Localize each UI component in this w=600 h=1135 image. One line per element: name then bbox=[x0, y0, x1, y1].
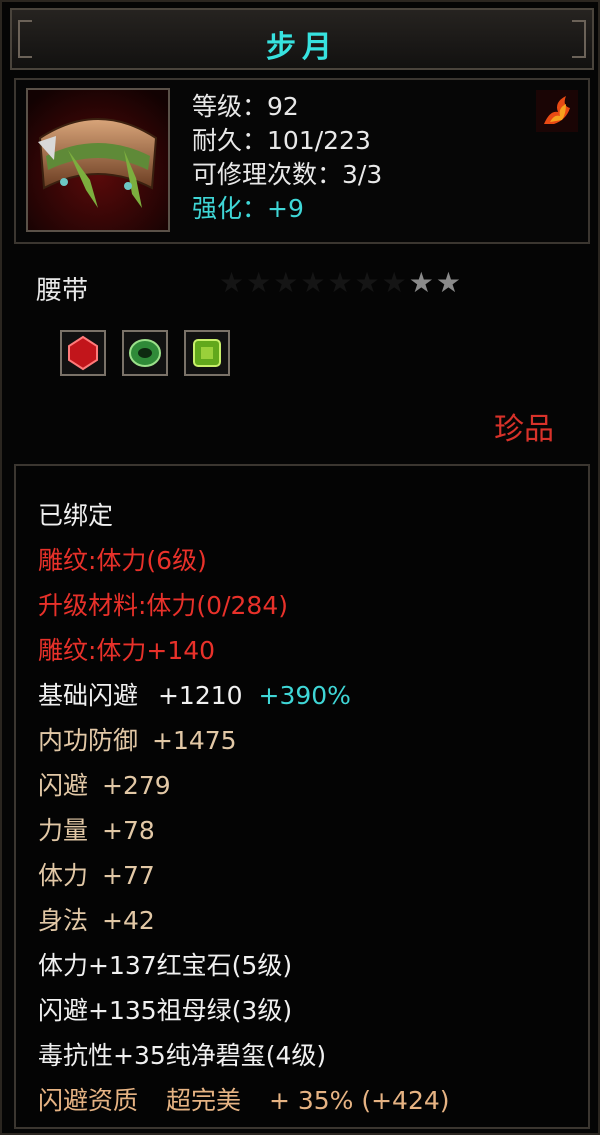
belt-icon bbox=[28, 90, 168, 230]
engrave-upgrade-line: 升级材料:体力(0/284) bbox=[38, 591, 288, 620]
aptitude-value: + 35% (+424) bbox=[268, 1086, 450, 1115]
item-tooltip: 步月 等级：92 耐久：101/223 可修理次数：3/3 强化：+9 腰带 ★… bbox=[0, 0, 600, 1135]
star-empty-icon: ★ bbox=[246, 266, 274, 299]
base-dodge-percent: +390% bbox=[258, 681, 351, 710]
emerald-gem-icon[interactable] bbox=[122, 330, 168, 376]
aptitude-label: 闪避资质 bbox=[38, 1086, 139, 1115]
title-bar: 步月 bbox=[10, 8, 594, 70]
star-lit-icon: ★ bbox=[408, 266, 436, 299]
repairs-label: 可修理次数： bbox=[192, 160, 343, 189]
attr-line: 体力 +77 bbox=[38, 856, 155, 892]
level-label: 等级： bbox=[192, 92, 268, 121]
tourmaline-gem-icon[interactable] bbox=[184, 330, 230, 376]
durability-value: 101/223 bbox=[267, 126, 371, 155]
gem-bonus-line: 体力+137红宝石(5级) bbox=[38, 951, 293, 980]
level-value: 92 bbox=[267, 92, 299, 121]
star-rating: ★★★★★★★★★ bbox=[219, 266, 463, 299]
engrave-bonus-line: 雕纹:体力+140 bbox=[38, 636, 216, 665]
star-empty-icon: ★ bbox=[354, 266, 382, 299]
base-dodge-value: +1210 bbox=[157, 681, 243, 710]
attr-value: +77 bbox=[102, 861, 155, 890]
attr-label: 身法 bbox=[38, 906, 89, 935]
attr-value: +78 bbox=[102, 816, 155, 845]
attr-line: 内功防御 +1475 bbox=[38, 721, 237, 757]
star-empty-icon: ★ bbox=[219, 266, 247, 299]
bound-status: 已绑定 bbox=[38, 501, 114, 530]
base-dodge-label: 基础闪避 bbox=[38, 681, 139, 710]
attr-label: 力量 bbox=[38, 816, 89, 845]
quality-label: 珍品 bbox=[494, 412, 554, 447]
item-header: 等级：92 耐久：101/223 可修理次数：3/3 强化：+9 bbox=[14, 78, 590, 244]
star-empty-icon: ★ bbox=[381, 266, 409, 299]
fire-element-icon bbox=[536, 90, 578, 132]
item-name: 步月 bbox=[266, 30, 338, 65]
repairs-value: 3/3 bbox=[342, 160, 383, 189]
aptitude-line: 闪避资质 超完美 + 35% (+424) bbox=[38, 1081, 450, 1117]
star-empty-icon: ★ bbox=[273, 266, 301, 299]
attr-label: 闪避 bbox=[38, 771, 89, 800]
engrave-line: 雕纹:体力(6级) bbox=[38, 546, 207, 575]
attr-line: 身法 +42 bbox=[38, 901, 155, 937]
durability-label: 耐久： bbox=[192, 126, 268, 155]
attr-line: 力量 +78 bbox=[38, 811, 155, 847]
attr-label: 体力 bbox=[38, 861, 89, 890]
ruby-gem-icon[interactable] bbox=[60, 330, 106, 376]
aptitude-grade: 超完美 bbox=[165, 1086, 241, 1115]
attr-value: +1475 bbox=[152, 726, 237, 755]
item-icon[interactable] bbox=[26, 88, 170, 232]
item-summary: 腰带 ★★★★★★★★★ 珍品 bbox=[14, 248, 590, 458]
item-type: 腰带 bbox=[36, 276, 89, 306]
attr-value: +42 bbox=[102, 906, 155, 935]
star-empty-icon: ★ bbox=[327, 266, 355, 299]
attr-label: 内功防御 bbox=[38, 726, 139, 755]
enhance-value: +9 bbox=[267, 194, 304, 223]
star-empty-icon: ★ bbox=[300, 266, 328, 299]
gem-bonus-line: 闪避+135祖母绿(3级) bbox=[38, 996, 293, 1025]
gem-bonus-line: 毒抗性+35纯净碧玺(4级) bbox=[38, 1041, 327, 1070]
base-dodge-line: 基础闪避 +1210 +390% bbox=[38, 676, 351, 712]
item-stats: 等级：92 耐久：101/223 可修理次数：3/3 强化：+9 bbox=[192, 90, 382, 226]
enhance-label: 强化： bbox=[192, 194, 268, 223]
attribute-panel: 已绑定 雕纹:体力(6级) 升级材料:体力(0/284) 雕纹:体力+140 基… bbox=[14, 464, 590, 1129]
attr-line: 闪避 +279 bbox=[38, 766, 171, 802]
attr-value: +279 bbox=[102, 771, 171, 800]
star-lit-icon: ★ bbox=[435, 266, 463, 299]
